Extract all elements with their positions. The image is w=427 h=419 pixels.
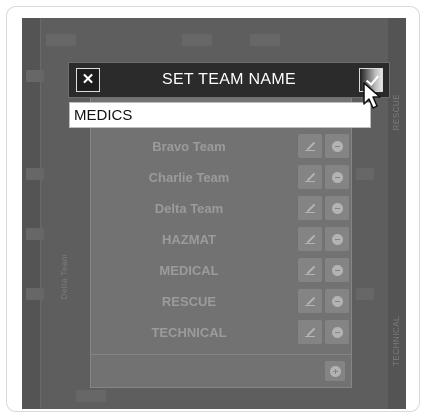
background-tile bbox=[76, 390, 106, 402]
background-tile bbox=[26, 70, 44, 82]
edit-team-button[interactable] bbox=[298, 227, 322, 251]
team-name: Delta Team bbox=[154, 201, 224, 216]
team-name: Bravo Team bbox=[152, 139, 226, 154]
delete-team-button[interactable] bbox=[325, 134, 349, 158]
background-tile bbox=[46, 34, 76, 46]
team-list-footer bbox=[91, 354, 351, 387]
delete-team-button[interactable] bbox=[325, 227, 349, 251]
edit-team-button[interactable] bbox=[298, 196, 322, 220]
app-screen: Delta Team RESCUE TECHNICAL Bravo Team C… bbox=[22, 18, 406, 409]
edit-team-button[interactable] bbox=[298, 258, 322, 282]
team-row: Bravo Team bbox=[91, 131, 351, 162]
edit-team-button[interactable] bbox=[298, 134, 322, 158]
team-name: RESCUE bbox=[161, 294, 217, 309]
pencil-icon bbox=[305, 296, 315, 306]
set-team-name-dialog: ✕ SET TEAM NAME bbox=[68, 62, 390, 98]
background-tile bbox=[356, 168, 374, 180]
team-row: TECHNICAL bbox=[91, 317, 351, 348]
team-row: Delta Team bbox=[91, 193, 351, 224]
team-name: Charlie Team bbox=[148, 170, 230, 185]
edit-team-button[interactable] bbox=[298, 320, 322, 344]
minus-circle-icon bbox=[331, 264, 343, 276]
add-team-button[interactable] bbox=[325, 361, 345, 381]
pencil-icon bbox=[305, 265, 315, 275]
delete-team-button[interactable] bbox=[325, 196, 349, 220]
pencil-icon bbox=[305, 327, 315, 337]
background-tile bbox=[182, 34, 212, 46]
team-row: HAZMAT bbox=[91, 224, 351, 255]
team-name-input[interactable] bbox=[69, 102, 371, 128]
team-row: RESCUE bbox=[91, 286, 351, 317]
minus-circle-icon bbox=[331, 171, 343, 183]
dialog-title: SET TEAM NAME bbox=[161, 71, 296, 88]
background-side-label: Delta Team bbox=[60, 254, 69, 300]
edit-team-button[interactable] bbox=[298, 165, 322, 189]
pencil-icon bbox=[305, 234, 315, 244]
background-tile bbox=[26, 168, 44, 180]
delete-team-button[interactable] bbox=[325, 165, 349, 189]
minus-circle-icon bbox=[331, 233, 343, 245]
minus-circle-icon bbox=[331, 295, 343, 307]
delete-team-button[interactable] bbox=[325, 258, 349, 282]
plus-circle-icon bbox=[329, 365, 341, 377]
team-row: MEDICAL bbox=[91, 255, 351, 286]
pencil-icon bbox=[305, 172, 315, 182]
background-tile bbox=[356, 288, 374, 300]
pencil-icon bbox=[305, 203, 315, 213]
team-name: MEDICAL bbox=[159, 263, 219, 278]
background-side-label: RESCUE bbox=[392, 94, 401, 131]
team-row: Charlie Team bbox=[91, 162, 351, 193]
team-name: HAZMAT bbox=[162, 232, 216, 247]
minus-circle-icon bbox=[331, 140, 343, 152]
pencil-icon bbox=[305, 141, 315, 151]
team-name: TECHNICAL bbox=[151, 325, 227, 340]
minus-circle-icon bbox=[331, 202, 343, 214]
close-icon[interactable]: ✕ bbox=[76, 68, 100, 92]
minus-circle-icon bbox=[331, 326, 343, 338]
background-tile bbox=[26, 228, 44, 240]
mouse-pointer-icon bbox=[363, 82, 381, 109]
background-tile bbox=[250, 34, 280, 46]
delete-team-button[interactable] bbox=[325, 289, 349, 313]
edit-team-button[interactable] bbox=[298, 289, 322, 313]
background-side-label: TECHNICAL bbox=[392, 316, 401, 366]
background-tile bbox=[26, 288, 44, 300]
delete-team-button[interactable] bbox=[325, 320, 349, 344]
